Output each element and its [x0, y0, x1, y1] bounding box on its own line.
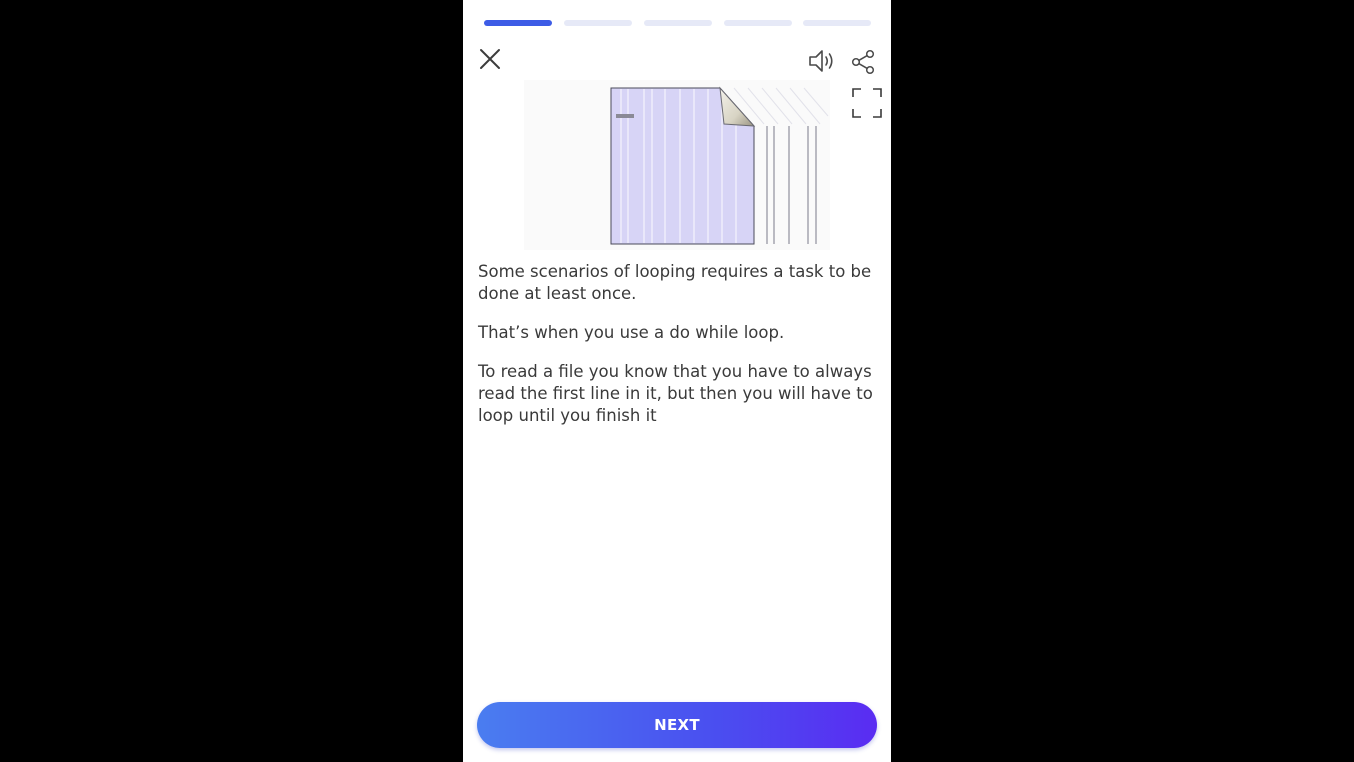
speaker-icon [809, 50, 833, 72]
share-button[interactable] [851, 49, 877, 75]
progress-segment-4 [724, 20, 792, 26]
progress-segment-1 [484, 20, 552, 26]
file-page-illustration [524, 80, 830, 250]
fullscreen-icon [852, 88, 882, 118]
fullscreen-button[interactable] [851, 87, 883, 119]
file-illustration [524, 80, 830, 250]
sound-button[interactable] [808, 47, 838, 75]
close-button[interactable] [477, 46, 503, 72]
close-icon [480, 49, 500, 69]
lesson-text: Some scenarios of looping requires a tas… [478, 261, 874, 444]
share-icon [851, 49, 875, 75]
lesson-paragraph-1: Some scenarios of looping requires a tas… [478, 262, 872, 303]
next-button[interactable]: NEXT [477, 702, 877, 748]
progress-segment-5 [803, 20, 871, 26]
progress-bar [484, 20, 872, 27]
lesson-paragraph-3: To read a file you know that you have to… [478, 362, 873, 425]
lesson-screen: Some scenarios of looping requires a tas… [463, 0, 891, 762]
progress-segment-2 [564, 20, 632, 26]
lesson-paragraph-2: That’s when you use a do while loop. [478, 323, 785, 342]
progress-segment-3 [644, 20, 712, 26]
